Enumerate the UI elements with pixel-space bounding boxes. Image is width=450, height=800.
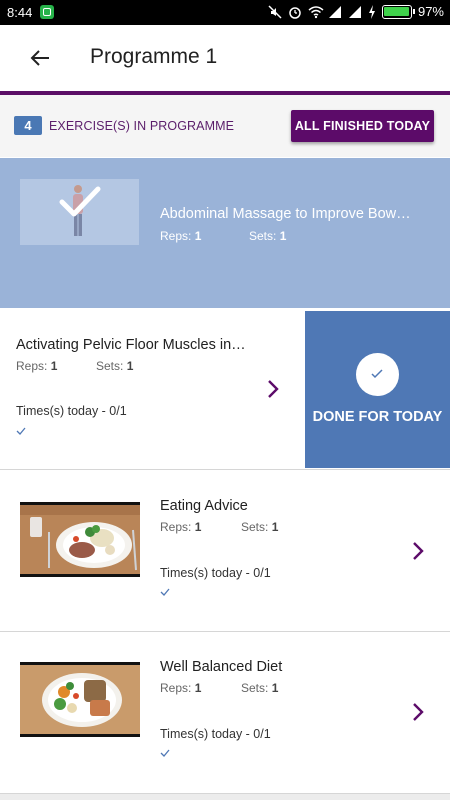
times-today: Times(s) today - 0/1 [160, 727, 271, 741]
exercise-reps: Reps: 1 [160, 229, 201, 243]
sets-value: 1 [271, 520, 279, 534]
status-bar: 8:44 97% [0, 0, 450, 25]
notification-app-icon [40, 5, 54, 19]
exercise-sets: Sets: 1 [241, 520, 278, 534]
reps-label: Reps: [160, 520, 192, 534]
exercise-thumbnail [20, 662, 140, 737]
sets-value: 1 [126, 359, 134, 373]
app-bar: Programme 1 [0, 25, 450, 91]
chevron-right-icon[interactable] [411, 541, 425, 561]
signal-icon [328, 5, 342, 19]
programme-header: 4 EXERCISE(S) IN PROGRAMME ALL FINISHED … [0, 95, 450, 157]
exercise-reps: Reps: 1 [160, 520, 201, 534]
times-today: Times(s) today - 0/1 [160, 566, 271, 580]
exercise-reps: Reps: 1 [160, 681, 201, 695]
exercise-title: Abdominal Massage to Improve Bow… [160, 206, 411, 222]
reps-value: 1 [194, 229, 202, 243]
reps-label: Reps: [16, 359, 48, 373]
meal-plate-image [20, 505, 140, 574]
exercise-title: Activating Pelvic Floor Muscles in… [16, 337, 246, 353]
status-icons: 97% [268, 4, 444, 19]
done-for-today-button[interactable]: DONE FOR TODAY [305, 311, 450, 468]
signal-icon-2 [348, 5, 362, 19]
exercise-card-completed[interactable]: Abdominal Massage to Improve Bow… Reps: … [0, 158, 450, 308]
exercise-reps: Reps: 1 [16, 359, 57, 373]
all-finished-today-button[interactable]: ALL FINISHED TODAY [291, 110, 434, 142]
sets-label: Sets: [241, 520, 269, 534]
arrow-left-icon[interactable] [24, 42, 56, 74]
mute-icon [268, 4, 282, 19]
alarm-icon [288, 5, 302, 19]
exercise-thumbnail [20, 502, 140, 577]
exercise-count-badge: 4 [14, 116, 42, 135]
sets-label: Sets: [249, 229, 277, 243]
status-time: 8:44 [7, 5, 33, 20]
reps-value: 1 [194, 681, 202, 695]
charging-icon [368, 4, 376, 19]
sets-value: 1 [279, 229, 287, 243]
done-for-today-label: DONE FOR TODAY [312, 409, 443, 425]
exercise-sets: Sets: 1 [96, 359, 133, 373]
meal-plate-image [20, 665, 140, 734]
check-icon [16, 427, 26, 435]
exercise-card[interactable]: Well Balanced Diet Reps: 1 Sets: 1 Times… [0, 633, 450, 794]
check-icon [59, 186, 101, 217]
check-circle [356, 353, 399, 396]
reps-label: Reps: [160, 681, 192, 695]
check-icon [160, 588, 170, 596]
battery-icon [381, 4, 415, 19]
page-title: Programme 1 [90, 45, 218, 68]
exercise-title: Well Balanced Diet [160, 659, 283, 675]
sets-label: Sets: [96, 359, 124, 373]
exercise-title: Eating Advice [160, 498, 248, 514]
sets-label: Sets: [241, 681, 269, 695]
exercise-card[interactable]: Eating Advice Reps: 1 Sets: 1 Times(s) t… [0, 471, 450, 632]
list-end-strip [0, 794, 450, 800]
exercise-sets: Sets: 1 [241, 681, 278, 695]
reps-label: Reps: [160, 229, 192, 243]
reps-value: 1 [194, 520, 202, 534]
check-icon [371, 369, 383, 379]
reps-value: 1 [50, 359, 58, 373]
times-today: Times(s) today - 0/1 [16, 404, 127, 418]
battery-level: 97% [417, 4, 444, 19]
chevron-right-icon[interactable] [411, 702, 425, 722]
exercise-count-label: EXERCISE(S) IN PROGRAMME [49, 119, 235, 133]
chevron-right-icon[interactable] [266, 379, 280, 399]
check-icon [160, 749, 170, 757]
exercise-thumbnail [20, 179, 139, 245]
wifi-icon [308, 5, 324, 19]
sets-value: 1 [271, 681, 279, 695]
exercise-sets: Sets: 1 [249, 229, 286, 243]
